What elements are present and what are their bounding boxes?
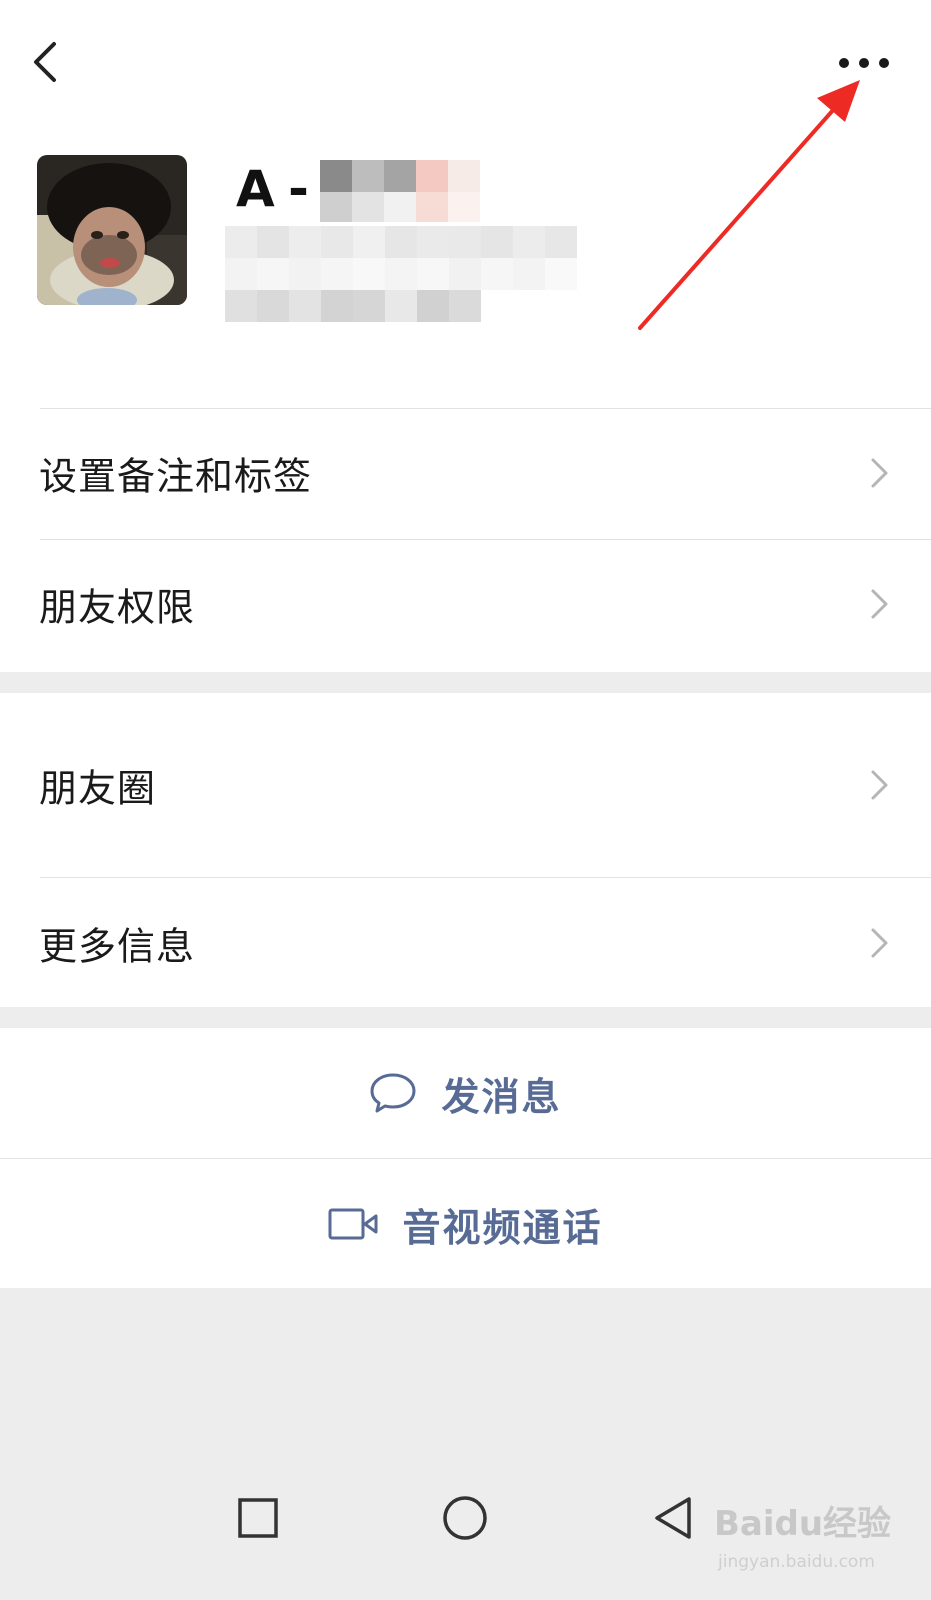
name-mosaic bbox=[320, 160, 490, 230]
video-camera-icon bbox=[328, 1207, 378, 1241]
square-icon bbox=[238, 1498, 278, 1538]
menu-item-more-info[interactable]: 更多信息 bbox=[0, 878, 931, 1007]
triangle-back-icon bbox=[655, 1497, 691, 1539]
menu-item-label: 更多信息 bbox=[39, 924, 196, 968]
watermark-logo: Baidu经验 bbox=[714, 1504, 892, 1544]
video-call-label: 音视频通话 bbox=[402, 1205, 603, 1250]
actions-section: 发消息 音视频通话 bbox=[0, 1028, 931, 1288]
chevron-right-icon bbox=[871, 928, 888, 957]
chat-bubble-icon bbox=[369, 1071, 417, 1115]
menu-item-moments[interactable]: 朋友圈 bbox=[0, 693, 931, 877]
chevron-right-icon bbox=[871, 589, 888, 619]
send-message-button[interactable]: 发消息 bbox=[0, 1028, 931, 1158]
moments-section: 朋友圈 更多信息 bbox=[0, 693, 931, 1007]
more-dots-icon bbox=[839, 58, 889, 68]
info-mosaic bbox=[225, 226, 581, 328]
menu-item-label: 朋友权限 bbox=[39, 585, 196, 630]
chevron-left-icon bbox=[34, 42, 56, 82]
back-button[interactable] bbox=[26, 38, 70, 86]
menu-item-remark-tags[interactable]: 设置备注和标签 bbox=[0, 409, 931, 537]
recent-apps-button[interactable] bbox=[236, 1496, 280, 1544]
circle-icon bbox=[443, 1496, 487, 1540]
chevron-right-icon bbox=[871, 458, 888, 488]
avatar[interactable] bbox=[37, 155, 187, 305]
profile-card: A - 设置备注和标签 朋友权限 bbox=[0, 0, 931, 672]
menu-item-label: 朋友圈 bbox=[39, 766, 157, 811]
video-call-button[interactable]: 音视频通话 bbox=[0, 1159, 931, 1289]
back-nav-button[interactable] bbox=[651, 1494, 695, 1546]
send-message-label: 发消息 bbox=[441, 1074, 562, 1119]
menu-item-friend-permissions[interactable]: 朋友权限 bbox=[0, 540, 931, 668]
chevron-right-icon bbox=[871, 770, 888, 800]
more-options-button[interactable] bbox=[836, 50, 892, 76]
menu-item-label: 设置备注和标签 bbox=[39, 454, 313, 499]
home-button[interactable] bbox=[441, 1494, 489, 1546]
watermark-url: jingyan.baidu.com bbox=[718, 1552, 875, 1572]
avatar-photo bbox=[37, 155, 187, 305]
contact-name: A - bbox=[236, 160, 309, 218]
